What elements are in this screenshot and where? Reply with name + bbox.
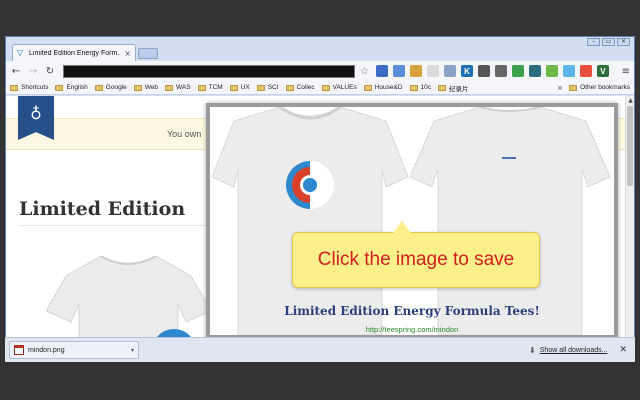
folder-icon: [569, 84, 578, 91]
file-icon: [14, 345, 24, 355]
download-filename: mindon.png: [28, 346, 65, 354]
hand-icon[interactable]: [443, 65, 456, 77]
folder-icon: [133, 84, 142, 91]
download-arrow-icon: ⬇: [529, 345, 536, 355]
v-icon[interactable]: V: [596, 65, 609, 77]
folder-icon: [438, 84, 447, 91]
reload-button[interactable]: ↻: [44, 66, 56, 77]
tab-close-icon[interactable]: ×: [124, 49, 131, 58]
bulb-icon: ♁: [30, 104, 42, 123]
bookmark-item[interactable]: UX: [229, 84, 250, 91]
bookmarks-overflow-button[interactable]: »: [558, 83, 562, 92]
bookmark-label: Google: [105, 84, 127, 91]
bookmark-label: Collec: [296, 84, 315, 91]
folder-icon: [363, 84, 372, 91]
bookmark-item[interactable]: English: [55, 84, 88, 91]
bookmark-label: 10c: [420, 84, 432, 91]
cube-icon[interactable]: [426, 65, 439, 77]
bookmark-item[interactable]: Web: [133, 84, 159, 91]
show-all-downloads-link[interactable]: Show all downloads...: [540, 347, 608, 354]
scroll-thumb[interactable]: [627, 106, 633, 186]
bookmark-item[interactable]: 纪录片: [438, 83, 469, 93]
bookmark-item[interactable]: WAS: [165, 84, 191, 91]
mail-icon[interactable]: [494, 65, 507, 77]
show-all-downloads[interactable]: ⬇ Show all downloads...: [529, 346, 607, 355]
k-icon[interactable]: K: [460, 65, 473, 77]
browser-toolbar: ← → ↻ ☆ KV ≡: [6, 61, 634, 81]
screen-icon[interactable]: [528, 65, 541, 77]
extension-icons: KV: [375, 65, 609, 77]
forward-button[interactable]: →: [27, 66, 39, 77]
bookmark-label: English: [66, 84, 88, 91]
preview-title: Limited Edition Energy Formula Tees!: [284, 304, 540, 318]
menu-icon[interactable]: ≡: [622, 66, 630, 77]
close-icon[interactable]: ✕: [619, 345, 627, 355]
refresh-ext-icon[interactable]: [511, 65, 524, 77]
preview-url: http://teespring.com/mindon: [365, 325, 459, 334]
bookmark-item[interactable]: SCI: [256, 84, 279, 91]
vertical-scrollbar[interactable]: ▲ ▼: [625, 96, 634, 344]
folder-icon: [94, 84, 103, 91]
bookmark-item[interactable]: Shortcuts: [10, 84, 48, 91]
folder-icon: [321, 84, 330, 91]
bookmark-label: VALUEs: [332, 84, 357, 91]
folder-icon: [55, 84, 64, 91]
scroll-up-icon[interactable]: ▲: [626, 96, 634, 105]
download-item[interactable]: mindon.png ▾: [9, 341, 139, 359]
new-tab-button[interactable]: [138, 48, 158, 59]
save-tooltip: Click the image to save: [292, 221, 540, 288]
bookmark-item[interactable]: Google: [94, 84, 127, 91]
folder-icon: [197, 84, 206, 91]
chevron-down-icon[interactable]: ▾: [131, 347, 134, 354]
bookmark-item[interactable]: VALUEs: [321, 84, 357, 91]
bookmark-star-icon[interactable]: ☆: [360, 66, 369, 77]
bookmark-item[interactable]: 10c: [409, 84, 432, 91]
address-bar[interactable]: [63, 64, 355, 78]
folder-icon: [409, 84, 418, 91]
photo-icon[interactable]: [409, 65, 422, 77]
bookmarks-bar: » Shortcuts English Google Web WAS TCM UX SCI Co…: [6, 81, 634, 95]
close-window-button[interactable]: ×: [617, 38, 630, 46]
tshirt-preview-image[interactable]: [210, 107, 614, 335]
bookmark-item[interactable]: Collec: [285, 84, 315, 91]
folder-icon: [229, 84, 238, 91]
other-bookmarks-label: Other bookmarks: [580, 84, 630, 91]
folder-icon: [256, 84, 265, 91]
page-tshirt-image[interactable]: [46, 256, 211, 344]
bookmark-label: Shortcuts: [21, 84, 49, 91]
evernote-icon[interactable]: [545, 65, 558, 77]
back-button[interactable]: ←: [10, 66, 22, 77]
browser-tab[interactable]: ▽ Limited Edition Energy Form... ×: [12, 44, 136, 61]
bookmark-label: 纪录片: [449, 85, 469, 93]
globe-icon[interactable]: [562, 65, 575, 77]
bookmark-label: House&D: [374, 84, 403, 91]
translate-icon[interactable]: [375, 65, 388, 77]
other-bookmarks[interactable]: Other bookmarks: [569, 84, 630, 91]
heading-divider: [19, 225, 209, 226]
window-controls: – ▭ ×: [587, 38, 630, 46]
notice-text: You own: [167, 129, 202, 139]
folder-icon: [165, 84, 174, 91]
bookmark-label: SCI: [267, 84, 279, 91]
favicon-icon: ▽: [17, 48, 24, 57]
bookmark-item[interactable]: House&D: [363, 84, 403, 91]
tooltip-text: Click the image to save: [317, 249, 515, 270]
bookmark-item[interactable]: TCM: [197, 84, 223, 91]
bookmark-label: WAS: [176, 84, 191, 91]
minimize-button[interactable]: –: [587, 38, 600, 46]
palette-icon[interactable]: [579, 65, 592, 77]
folder-icon: [10, 84, 18, 91]
image-preview-popup[interactable]: Limited Edition Energy Formula Tees! htt…: [206, 103, 618, 339]
tab-title: Limited Edition Energy Form...: [29, 49, 121, 57]
download-shelf: mindon.png ▾ ⬇ Show all downloads... ✕: [5, 337, 635, 362]
image-icon[interactable]: [392, 65, 405, 77]
bookmark-label: Web: [144, 84, 159, 91]
bookmark-label: UX: [240, 84, 250, 91]
maximize-button[interactable]: ▭: [602, 38, 615, 46]
page-heading: Limited Edition: [19, 198, 186, 220]
pocket-icon[interactable]: [477, 65, 490, 77]
bookmark-label: TCM: [208, 84, 223, 91]
folder-icon: [285, 84, 294, 91]
